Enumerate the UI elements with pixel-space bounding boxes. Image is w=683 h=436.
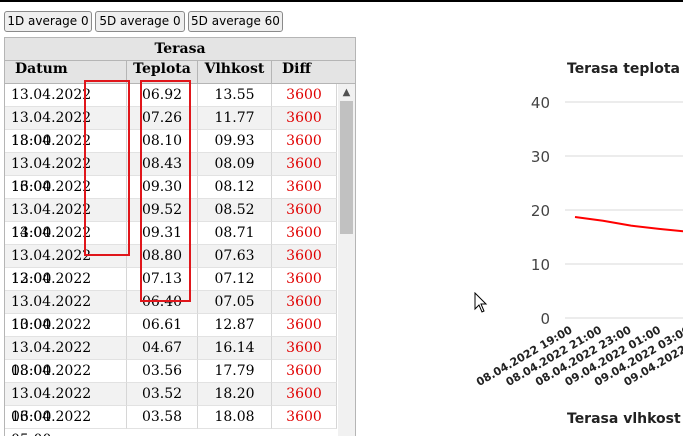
table-row: 13.04.2022 08:00 04.67 16.14 3600 xyxy=(5,337,337,379)
1d-average-button[interactable]: 1D average 0 xyxy=(4,11,92,32)
diff-cell: 3600 xyxy=(272,360,337,383)
column-header-vlhkost[interactable]: Vlhkost xyxy=(198,61,272,83)
vlhkost-cell: 11.77 xyxy=(198,107,272,130)
vlhkost-cell: 18.20 xyxy=(198,383,272,406)
datum-cell: 13.04.2022 09:00 xyxy=(5,314,127,356)
vlhkost-cell: 13.55 xyxy=(198,84,272,107)
diff-cell: 3600 xyxy=(272,176,337,199)
diff-cell: 3600 xyxy=(272,383,337,406)
teplota-cell: 03.58 xyxy=(127,406,198,429)
5d-average-60-button[interactable]: 5D average 60 xyxy=(188,11,283,32)
column-header-diff[interactable]: Diff xyxy=(272,61,355,83)
teplota-cell: 06.61 xyxy=(127,314,198,337)
highlight-box-time xyxy=(84,80,130,256)
table-row: 13.04.2022 09:0006.6112.873600 xyxy=(5,314,337,356)
vlhkost-cell: 07.63 xyxy=(198,245,272,268)
diff-cell: 3600 xyxy=(272,107,337,130)
temperature-chart: Terasa teplota 40 30 20 10 0 08.04.2022 … xyxy=(440,55,683,427)
triangle-up-icon[interactable]: ▲ xyxy=(338,84,355,101)
highlight-box-teplota xyxy=(140,80,191,302)
diff-cell: 3600 xyxy=(272,291,337,314)
vlhkost-cell: 16.14 xyxy=(198,337,272,360)
teplota-cell: 03.52 xyxy=(127,383,198,406)
vlhkost-cell: 17.79 xyxy=(198,360,272,383)
table-caption: Terasa xyxy=(5,38,355,61)
chart-title-humidity: Terasa vlhkost xyxy=(567,411,681,427)
datum-cell: 13.04.2022 11:00 xyxy=(5,268,127,310)
vlhkost-cell: 12.87 xyxy=(198,314,272,337)
diff-cell: 3600 xyxy=(272,406,337,429)
vlhkost-cell: 18.08 xyxy=(198,406,272,429)
5d-average-0-button[interactable]: 5D average 0 xyxy=(95,11,185,32)
diff-cell: 3600 xyxy=(272,245,337,268)
diff-cell: 3600 xyxy=(272,199,337,222)
temperature-series-line xyxy=(574,216,683,233)
vlhkost-cell: 08.71 xyxy=(198,222,272,245)
diff-cell: 3600 xyxy=(272,337,337,360)
table-row: 13.04.2022 07:0003.5617.793600 xyxy=(5,360,337,402)
table-row: 13.04.2022 06:00 03.52 18.20 3600 xyxy=(5,383,337,425)
datum-cell: 13.04.2022 08:00 xyxy=(5,337,127,379)
vlhkost-cell: 08.12 xyxy=(198,176,272,199)
vlhkost-cell: 08.52 xyxy=(198,199,272,222)
table-row: 13.04.2022 05:0003.5818.083600 xyxy=(5,406,337,436)
scrollbar-thumb[interactable] xyxy=(340,101,353,234)
diff-cell: 3600 xyxy=(272,222,337,245)
vlhkost-cell: 08.09 xyxy=(198,153,272,176)
table-scrollbar[interactable]: ▲ xyxy=(338,84,355,436)
diff-cell: 3600 xyxy=(272,130,337,153)
datum-cell: 13.04.2022 05:00 xyxy=(5,406,127,436)
mouse-cursor-icon xyxy=(474,292,488,313)
teplota-cell: 03.56 xyxy=(127,360,198,383)
teplota-cell: 04.67 xyxy=(127,337,198,360)
diff-cell: 3600 xyxy=(272,153,337,176)
vlhkost-cell: 09.93 xyxy=(198,130,272,153)
datum-cell: 13.04.2022 06:00 xyxy=(5,383,127,425)
datum-cell: 13.04.2022 07:00 xyxy=(5,360,127,402)
vlhkost-cell: 07.05 xyxy=(198,291,272,314)
diff-cell: 3600 xyxy=(272,314,337,337)
datum-cell: 13.04.2022 10:00 xyxy=(5,291,127,333)
top-border xyxy=(0,0,683,2)
diff-cell: 3600 xyxy=(272,268,337,291)
diff-cell: 3600 xyxy=(272,84,337,107)
vlhkost-cell: 07.12 xyxy=(198,268,272,291)
temperature-chart-plot: 08.04.2022 19:0008.04.2022 21:0008.04.20… xyxy=(474,101,683,389)
